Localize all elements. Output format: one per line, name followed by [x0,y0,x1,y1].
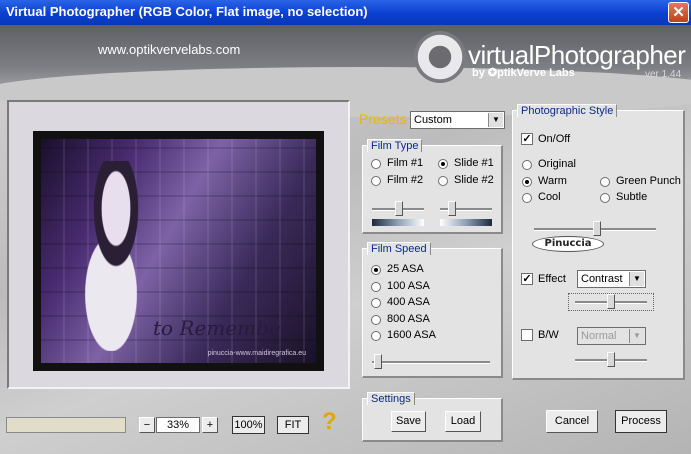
effect-select[interactable]: Contrast ▼ [577,270,646,288]
slide1-radio[interactable] [438,159,448,169]
film-slider-thumb[interactable] [395,201,403,216]
style-original-radio[interactable] [522,160,532,170]
style-cool-label[interactable]: Cool [538,191,561,203]
asa1600-label[interactable]: 1600 ASA [387,329,436,341]
close-button[interactable]: ✕ [668,2,689,23]
film2-radio[interactable] [371,176,381,186]
style-subtle-radio[interactable] [600,193,610,203]
film-gradient-bar [372,219,424,226]
chevron-down-icon: ▼ [629,272,644,286]
film1-radio[interactable] [371,159,381,169]
bw-value: Normal [581,330,617,342]
asa100-radio[interactable] [371,282,381,292]
title-bar[interactable]: Virtual Photographer (RGB Color, Flat im… [0,0,691,25]
photographic-style-title: Photographic Style [517,104,618,117]
app-window: Virtual Photographer (RGB Color, Flat im… [0,0,691,454]
settings-title: Settings [367,392,415,405]
slide2-radio[interactable] [438,176,448,186]
zoom-value: 33% [166,419,190,431]
asa800-radio[interactable] [371,315,381,325]
help-icon[interactable]: ? [322,410,337,434]
chevron-down-icon: ▼ [488,113,503,127]
slide-slider-thumb[interactable] [448,201,456,216]
film-type-title: Film Type [367,139,423,152]
asa25-label[interactable]: 25 ASA [387,263,424,275]
asa1600-radio[interactable] [371,331,381,341]
speed-slider-thumb[interactable] [374,354,382,369]
window-title: Virtual Photographer (RGB Color, Flat im… [6,4,368,19]
asa100-label[interactable]: 100 ASA [387,280,430,292]
style-cool-radio[interactable] [522,193,532,203]
status-field [6,417,126,433]
style-slider-thumb[interactable] [593,221,601,236]
speed-slider-track [372,361,490,364]
settings-panel: Settings [362,392,503,442]
film2-label[interactable]: Film #2 [387,174,423,186]
slide-gradient-bar [440,219,492,226]
cancel-button[interactable]: Cancel [546,410,598,433]
style-greenpunch-radio[interactable] [600,177,610,187]
bw-select[interactable]: Normal ▼ [577,327,646,345]
zoom-fit-button[interactable]: FIT [277,416,309,434]
zoom-in-button[interactable]: + [202,417,218,433]
zoom-100-button[interactable]: 100% [232,416,265,434]
bw-checkbox[interactable] [521,329,533,341]
preview-script-text: to Remember [153,316,291,340]
process-button[interactable]: Process [615,410,667,433]
on-off-checkbox[interactable]: ✓ [521,133,533,145]
bw-slider-thumb[interactable] [607,352,615,367]
style-original-label[interactable]: Original [538,158,576,170]
chevron-down-icon: ▼ [629,329,644,343]
slide1-label[interactable]: Slide #1 [454,157,494,169]
style-subtle-label[interactable]: Subtle [616,191,647,203]
slide2-label[interactable]: Slide #2 [454,174,494,186]
presets-select[interactable]: Custom ▼ [410,111,505,129]
bw-label[interactable]: B/W [538,329,559,341]
presets-value: Custom [414,114,452,126]
preview-watermark: pinuccia-www.maidiregrafica.eu [207,350,306,357]
style-greenpunch-label[interactable]: Green Punch [616,175,681,187]
film-speed-title: Film Speed [367,242,431,255]
brand-by: by ✪ptikVerve Labs [472,67,575,79]
zoom-out-button[interactable]: − [139,417,155,433]
website-url: www.optikvervelabs.com [98,42,241,57]
save-button[interactable]: Save [391,411,426,432]
zoom-value-field[interactable]: 33% [156,417,200,433]
film-speed-panel: Film Speed [362,242,503,378]
presets-label: Presets [359,111,407,127]
style-warm-radio[interactable] [522,177,532,187]
effect-value: Contrast [581,273,623,285]
effect-slider-thumb[interactable] [607,294,615,309]
logo-ring-icon [414,31,466,83]
version-label: ver 1.44 [645,69,682,80]
asa400-label[interactable]: 400 ASA [387,296,430,308]
asa25-radio[interactable] [371,265,381,275]
film1-label[interactable]: Film #1 [387,157,423,169]
asa400-radio[interactable] [371,298,381,308]
load-button[interactable]: Load [445,411,481,432]
preview-image[interactable]: to Remember pinuccia-www.maidiregrafica.… [33,131,324,371]
signature-logo: Pinuccia [532,236,604,252]
effect-checkbox[interactable]: ✓ [521,273,533,285]
asa800-label[interactable]: 800 ASA [387,313,430,325]
effect-label[interactable]: Effect [538,273,566,285]
style-warm-label[interactable]: Warm [538,175,567,187]
on-off-label[interactable]: On/Off [538,133,570,145]
